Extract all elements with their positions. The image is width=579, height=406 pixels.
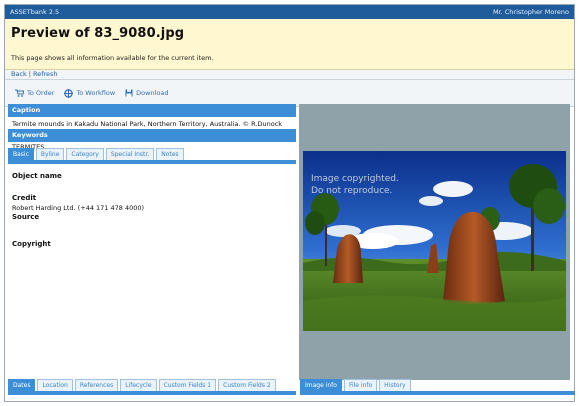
to-workflow-button[interactable]: To Workflow [64,88,116,98]
page-title: Preview of 83_9080.jpg [11,26,185,41]
app-title: ASSETbank 2.5 [10,8,60,16]
watermark-line-1: Image copyrighted. [311,174,399,184]
watermark-line-2: Do not reproduce. [311,186,392,196]
to-workflow-label: To Workflow [76,89,116,97]
keywords-header: Keywords [8,129,296,142]
disk-icon [125,89,133,97]
tab-file-info[interactable]: File info [343,379,378,391]
source-label: Source [12,213,40,221]
object-name-label: Object name [12,172,62,180]
basic-fields: Object name Credit Robert Harding Ltd. (… [8,172,296,248]
tab-notes[interactable]: Notes [156,148,184,160]
app-header: ASSETbank 2.5 Mr. Christopher Moreno [5,5,574,19]
detail-tabs: Basic Byline Category Special Instr. Not… [8,148,296,164]
preview-image: Image copyrighted. Do not reproduce. [303,151,566,331]
caption-header: Caption [8,104,296,117]
page-description: This page shows all information availabl… [11,54,214,62]
download-button[interactable]: Download [125,89,168,97]
tab-lifecycle[interactable]: Lifecycle [120,379,157,391]
tab-special-instr[interactable]: Special Instr. [105,148,155,160]
title-area: Preview of 83_9080.jpg This page shows a… [5,19,574,70]
tab-byline[interactable]: Byline [35,148,65,160]
bottom-tabs-right-row: Image info File info History [300,379,575,395]
image-preview-panel: Image copyrighted. Do not reproduce. [299,104,570,380]
tab-category[interactable]: Category [66,148,104,160]
tab-basic[interactable]: Basic [8,148,34,160]
workflow-icon [64,88,74,98]
tab-dates[interactable]: Dates [8,379,36,391]
tab-references[interactable]: References [74,379,119,391]
details-panel: Caption Termite mounds in Kakadu Nationa… [8,104,296,394]
detail-tabs-wrap: Basic Byline Category Special Instr. Not… [8,148,296,168]
tab-image-info[interactable]: Image info [300,379,342,391]
copyright-label: Copyright [12,240,51,248]
nav-links: Back | Refresh [5,70,574,80]
cart-icon [15,89,24,97]
to-order-label: To Order [27,89,55,97]
caption-text: Termite mounds in Kakadu National Park, … [12,120,283,128]
action-toolbar: To Order To Workflow Download [5,80,574,107]
tab-location[interactable]: Location [37,379,73,391]
download-label: Download [136,89,169,97]
bottom-tabs-right: Image info File info History [300,379,575,395]
tab-custom-fields-1[interactable]: Custom Fields 1 [158,379,217,391]
to-order-button[interactable]: To Order [15,89,54,97]
bottom-tabs-left-row: Dates Location References Lifecycle Cust… [8,379,296,395]
credit-value: Robert Harding Ltd. (+44 171 478 4000) [12,204,145,212]
refresh-link[interactable]: Refresh [33,70,58,78]
user-name[interactable]: Mr. Christopher Moreno [493,8,569,16]
bottom-tabs-left: Dates Location References Lifecycle Cust… [8,379,296,395]
tab-history[interactable]: History [379,379,411,391]
credit-label: Credit [12,194,37,202]
tab-custom-fields-2[interactable]: Custom Fields 2 [218,379,276,391]
back-link[interactable]: Back [11,70,27,78]
